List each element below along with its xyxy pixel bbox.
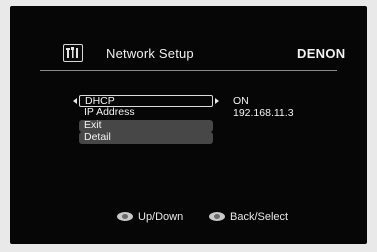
remote-pad-icon bbox=[209, 212, 225, 221]
arrow-right-icon[interactable] bbox=[215, 98, 219, 104]
footer-backselect-hint: Back/Select bbox=[209, 211, 288, 223]
ip-address-value: 192.168.11.3 bbox=[233, 107, 294, 119]
footer-updown-hint: Up/Down bbox=[117, 211, 183, 223]
menu-item-label: IP Address bbox=[84, 106, 135, 118]
header-divider bbox=[40, 70, 337, 71]
detail-button[interactable]: Detail bbox=[79, 132, 213, 144]
dhcp-value: ON bbox=[233, 95, 249, 107]
arrow-left-icon[interactable] bbox=[73, 98, 77, 104]
updown-label: Up/Down bbox=[138, 211, 184, 223]
brand-logo: DENON bbox=[297, 46, 346, 61]
exit-button-label: Exit bbox=[84, 119, 102, 131]
menu-item-ip-address[interactable]: IP Address bbox=[79, 107, 213, 119]
network-setup-icon bbox=[63, 44, 83, 62]
detail-button-label: Detail bbox=[84, 131, 111, 143]
tv-screen: Network Setup DENON DHCP ON IP Address 1… bbox=[10, 6, 367, 244]
page-title: Network Setup bbox=[106, 46, 194, 61]
backselect-label: Back/Select bbox=[230, 211, 289, 223]
remote-pad-icon bbox=[117, 212, 133, 221]
